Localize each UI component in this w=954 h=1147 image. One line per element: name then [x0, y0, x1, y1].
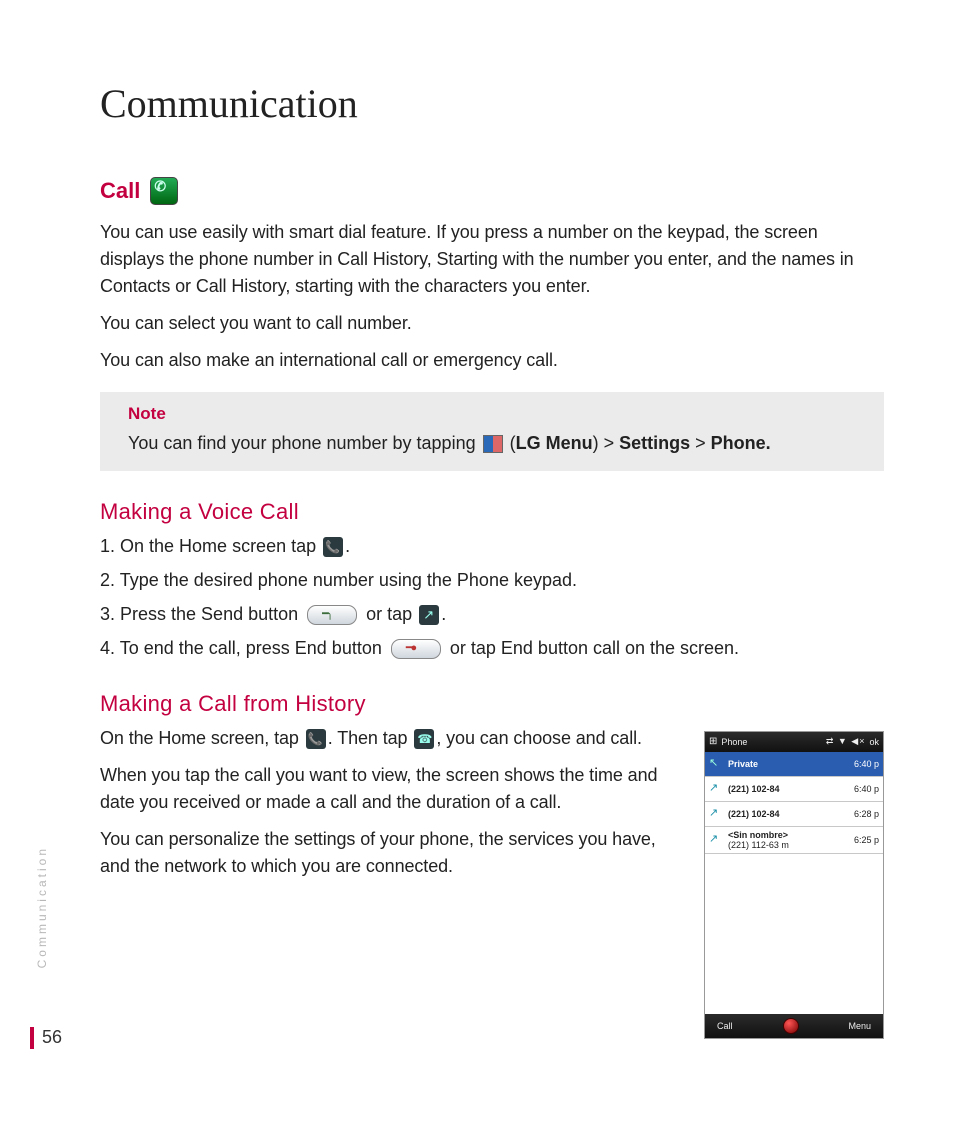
pm-softkey-bar: Call Menu	[705, 1014, 883, 1038]
pm-status-icons: ⇄ ▼ ◀×	[826, 736, 866, 747]
note-label: Note	[128, 404, 866, 424]
call-desc-1: You can use easily with smart dial featu…	[100, 219, 884, 300]
call-history-icon	[414, 729, 434, 749]
vc-s3c: .	[441, 604, 446, 624]
vc-s1a: 1. On the Home screen tap	[100, 536, 321, 556]
pm-softkey-call[interactable]: Call	[717, 1021, 733, 1031]
vc-s4a: 4. To end the call, press End button	[100, 638, 387, 658]
tap-call-icon	[419, 605, 439, 625]
call-desc-3: You can also make an international call …	[100, 347, 884, 374]
hc-p1b: . Then tap	[328, 728, 413, 748]
pm-row-2-time: 6:28 p	[845, 809, 879, 819]
phone-tile-icon-2	[306, 729, 326, 749]
note-lg-menu: LG Menu	[516, 433, 593, 453]
vc-s3a: 3. Press the Send button	[100, 604, 303, 624]
section-call-heading: Call	[100, 177, 884, 205]
footer-accent-bar	[30, 1027, 34, 1049]
hc-p1c: , you can choose and call.	[436, 728, 642, 748]
page-footer: 56	[30, 1027, 62, 1049]
hc-p3: You can personalize the settings of your…	[100, 826, 680, 880]
vc-s4b: or tap End button call on the screen.	[450, 638, 739, 658]
voice-call-heading: Making a Voice Call	[100, 499, 884, 525]
windows-flag-icon: ⊞	[709, 736, 717, 747]
pm-row-3[interactable]: ↗ <Sin nombre> (221) 112-63 m 6:25 p	[705, 827, 883, 854]
pm-row-0-time: 6:40 p	[845, 759, 879, 769]
pm-title: Phone	[721, 737, 821, 747]
pm-row-3-bold: <Sin nombre>	[728, 830, 788, 840]
pm-softkey-menu[interactable]: Menu	[848, 1021, 871, 1031]
note-phone: Phone.	[711, 433, 771, 453]
side-chapter-label: Communication	[35, 846, 49, 968]
pm-row-1[interactable]: ↗ (221) 102-84 6:40 p	[705, 777, 883, 802]
outgoing-call-icon: ↗	[709, 834, 723, 845]
pm-row-1-time: 6:40 p	[845, 784, 879, 794]
note-gt2: >	[690, 433, 711, 453]
end-button-icon	[391, 639, 441, 659]
page-number: 56	[42, 1027, 62, 1048]
note-paren-close: ) >	[593, 433, 620, 453]
pm-center-button-icon[interactable]	[783, 1018, 799, 1034]
outgoing-call-icon: ↗	[709, 808, 723, 819]
pm-row-1-name: (221) 102-84	[728, 784, 840, 794]
pm-row-0[interactable]: ↖ Private 6:40 p	[705, 752, 883, 777]
hc-p1a: On the Home screen, tap	[100, 728, 304, 748]
outgoing-call-icon: ↗	[709, 783, 723, 794]
hc-p1: On the Home screen, tap . Then tap , you…	[100, 725, 680, 752]
pm-row-3-rest: (221) 112-63 m	[728, 840, 789, 850]
outgoing-call-icon: ↖	[709, 758, 723, 769]
vc-step-3: 3. Press the Send button or tap .	[100, 601, 884, 629]
pm-status-bar: ⊞ Phone ⇄ ▼ ◀× ok	[705, 732, 883, 752]
vc-step-2: 2. Type the desired phone number using t…	[100, 567, 884, 595]
vc-s3b: or tap	[366, 604, 417, 624]
send-button-icon	[307, 605, 357, 625]
note-pre: You can find your phone number by tappin…	[128, 433, 481, 453]
voice-call-steps: 1. On the Home screen tap . 2. Type the …	[100, 533, 884, 663]
phone-screenshot: ⊞ Phone ⇄ ▼ ◀× ok ↖ Private 6:40 p ↗ (22…	[704, 731, 884, 1039]
vc-step-4: 4. To end the call, press End button or …	[100, 635, 884, 663]
pm-row-3-name: <Sin nombre> (221) 112-63 m	[728, 830, 840, 850]
pm-row-3-time: 6:25 p	[845, 835, 879, 845]
note-text: You can find your phone number by tappin…	[128, 430, 866, 457]
phone-app-icon	[150, 177, 178, 205]
phone-tile-icon	[323, 537, 343, 557]
hc-p2: When you tap the call you want to view, …	[100, 762, 680, 816]
call-desc-2: You can select you want to call number.	[100, 310, 884, 337]
page-title: Communication	[100, 80, 884, 127]
pm-row-2-name: (221) 102-84	[728, 809, 840, 819]
vc-s1b: .	[345, 536, 350, 556]
vc-step-1: 1. On the Home screen tap .	[100, 533, 884, 561]
pm-call-list: ↖ Private 6:40 p ↗ (221) 102-84 6:40 p ↗…	[705, 752, 883, 854]
pm-ok: ok	[869, 737, 879, 747]
note-box: Note You can find your phone number by t…	[100, 392, 884, 471]
pm-row-2[interactable]: ↗ (221) 102-84 6:28 p	[705, 802, 883, 827]
pm-empty-area	[705, 854, 883, 1014]
pm-row-0-name: Private	[728, 759, 840, 769]
history-call-heading: Making a Call from History	[100, 691, 884, 717]
lg-menu-icon	[483, 435, 503, 453]
note-settings: Settings	[619, 433, 690, 453]
call-heading-text: Call	[100, 178, 140, 204]
